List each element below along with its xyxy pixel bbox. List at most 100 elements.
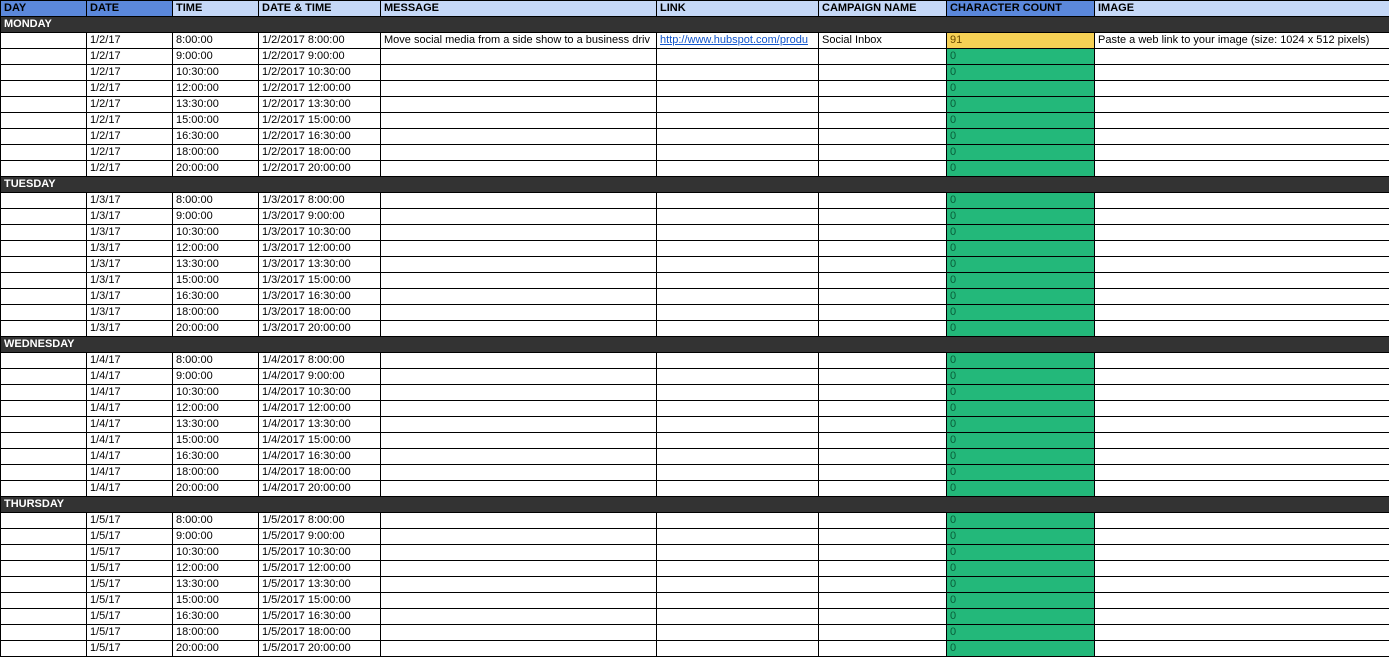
cell-time[interactable]: 18:00:00 — [173, 145, 259, 161]
cell-campaign[interactable] — [819, 225, 947, 241]
cell-charcount[interactable]: 0 — [947, 289, 1095, 305]
cell-campaign[interactable] — [819, 385, 947, 401]
schedule-table[interactable]: DAY DATE TIME DATE & TIME MESSAGE LINK C… — [0, 0, 1389, 657]
cell-campaign[interactable] — [819, 417, 947, 433]
cell-message[interactable] — [381, 241, 657, 257]
cell-link[interactable] — [657, 433, 819, 449]
cell-charcount[interactable]: 0 — [947, 49, 1095, 65]
cell-date[interactable]: 1/5/17 — [87, 577, 173, 593]
cell-message[interactable] — [381, 385, 657, 401]
cell-link[interactable] — [657, 417, 819, 433]
cell-time[interactable]: 20:00:00 — [173, 481, 259, 497]
table-row[interactable]: 1/5/1710:30:001/5/2017 10:30:000 — [1, 545, 1389, 561]
cell-charcount[interactable]: 0 — [947, 545, 1095, 561]
cell-datetime[interactable]: 1/3/2017 9:00:00 — [259, 209, 381, 225]
header-charcount[interactable]: CHARACTER COUNT — [947, 1, 1095, 17]
cell-day[interactable] — [1, 193, 87, 209]
cell-date[interactable]: 1/3/17 — [87, 289, 173, 305]
cell-charcount[interactable]: 0 — [947, 577, 1095, 593]
cell-campaign[interactable] — [819, 145, 947, 161]
cell-charcount[interactable]: 0 — [947, 257, 1095, 273]
cell-datetime[interactable]: 1/4/2017 18:00:00 — [259, 465, 381, 481]
cell-message[interactable] — [381, 529, 657, 545]
table-row[interactable]: 1/3/1713:30:001/3/2017 13:30:000 — [1, 257, 1389, 273]
cell-date[interactable]: 1/4/17 — [87, 385, 173, 401]
cell-datetime[interactable]: 1/5/2017 15:00:00 — [259, 593, 381, 609]
table-row[interactable]: 1/2/1716:30:001/2/2017 16:30:000 — [1, 129, 1389, 145]
cell-campaign[interactable] — [819, 113, 947, 129]
table-row[interactable]: 1/4/1716:30:001/4/2017 16:30:000 — [1, 449, 1389, 465]
cell-day[interactable] — [1, 593, 87, 609]
cell-time[interactable]: 20:00:00 — [173, 321, 259, 337]
cell-date[interactable]: 1/4/17 — [87, 401, 173, 417]
cell-day[interactable] — [1, 641, 87, 657]
cell-date[interactable]: 1/2/17 — [87, 65, 173, 81]
cell-day[interactable] — [1, 625, 87, 641]
cell-date[interactable]: 1/4/17 — [87, 449, 173, 465]
cell-message[interactable] — [381, 225, 657, 241]
cell-datetime[interactable]: 1/3/2017 15:00:00 — [259, 273, 381, 289]
cell-charcount[interactable]: 0 — [947, 81, 1095, 97]
cell-image[interactable] — [1095, 465, 1389, 481]
cell-datetime[interactable]: 1/2/2017 8:00:00 — [259, 33, 381, 49]
cell-link[interactable] — [657, 401, 819, 417]
cell-image[interactable] — [1095, 417, 1389, 433]
cell-message[interactable] — [381, 289, 657, 305]
cell-charcount[interactable]: 0 — [947, 433, 1095, 449]
cell-charcount[interactable]: 0 — [947, 305, 1095, 321]
cell-time[interactable]: 20:00:00 — [173, 641, 259, 657]
cell-image[interactable] — [1095, 577, 1389, 593]
cell-date[interactable]: 1/2/17 — [87, 145, 173, 161]
cell-date[interactable]: 1/2/17 — [87, 129, 173, 145]
cell-day[interactable] — [1, 145, 87, 161]
cell-time[interactable]: 15:00:00 — [173, 433, 259, 449]
header-image[interactable]: IMAGE — [1095, 1, 1389, 17]
header-date[interactable]: DATE — [87, 1, 173, 17]
table-row[interactable]: 1/2/1713:30:001/2/2017 13:30:000 — [1, 97, 1389, 113]
cell-message[interactable] — [381, 193, 657, 209]
cell-datetime[interactable]: 1/4/2017 13:30:00 — [259, 417, 381, 433]
cell-day[interactable] — [1, 241, 87, 257]
cell-link[interactable] — [657, 561, 819, 577]
cell-link[interactable] — [657, 593, 819, 609]
cell-campaign[interactable] — [819, 289, 947, 305]
cell-date[interactable]: 1/5/17 — [87, 609, 173, 625]
cell-message[interactable] — [381, 97, 657, 113]
cell-image[interactable] — [1095, 257, 1389, 273]
table-row[interactable]: 1/2/1720:00:001/2/2017 20:00:000 — [1, 161, 1389, 177]
cell-time[interactable]: 10:30:00 — [173, 545, 259, 561]
cell-date[interactable]: 1/2/17 — [87, 97, 173, 113]
cell-time[interactable]: 13:30:00 — [173, 417, 259, 433]
cell-date[interactable]: 1/5/17 — [87, 593, 173, 609]
cell-link[interactable] — [657, 273, 819, 289]
cell-message[interactable] — [381, 81, 657, 97]
cell-message[interactable] — [381, 369, 657, 385]
cell-campaign[interactable]: Social Inbox — [819, 33, 947, 49]
cell-charcount[interactable]: 0 — [947, 129, 1095, 145]
cell-datetime[interactable]: 1/4/2017 12:00:00 — [259, 401, 381, 417]
cell-campaign[interactable] — [819, 545, 947, 561]
cell-charcount[interactable]: 0 — [947, 145, 1095, 161]
cell-image[interactable] — [1095, 433, 1389, 449]
cell-datetime[interactable]: 1/3/2017 10:30:00 — [259, 225, 381, 241]
cell-day[interactable] — [1, 465, 87, 481]
header-link[interactable]: LINK — [657, 1, 819, 17]
table-row[interactable]: 1/5/178:00:001/5/2017 8:00:000 — [1, 513, 1389, 529]
table-row[interactable]: 1/4/1713:30:001/4/2017 13:30:000 — [1, 417, 1389, 433]
table-row[interactable]: 1/5/1712:00:001/5/2017 12:00:000 — [1, 561, 1389, 577]
cell-campaign[interactable] — [819, 529, 947, 545]
cell-day[interactable] — [1, 529, 87, 545]
cell-datetime[interactable]: 1/3/2017 16:30:00 — [259, 289, 381, 305]
cell-link[interactable] — [657, 545, 819, 561]
cell-datetime[interactable]: 1/5/2017 9:00:00 — [259, 529, 381, 545]
cell-link[interactable] — [657, 97, 819, 113]
cell-date[interactable]: 1/3/17 — [87, 321, 173, 337]
cell-image[interactable] — [1095, 225, 1389, 241]
cell-time[interactable]: 15:00:00 — [173, 273, 259, 289]
cell-link[interactable] — [657, 161, 819, 177]
header-message[interactable]: MESSAGE — [381, 1, 657, 17]
cell-datetime[interactable]: 1/5/2017 20:00:00 — [259, 641, 381, 657]
cell-date[interactable]: 1/3/17 — [87, 305, 173, 321]
table-row[interactable]: 1/3/1710:30:001/3/2017 10:30:000 — [1, 225, 1389, 241]
cell-datetime[interactable]: 1/2/2017 16:30:00 — [259, 129, 381, 145]
